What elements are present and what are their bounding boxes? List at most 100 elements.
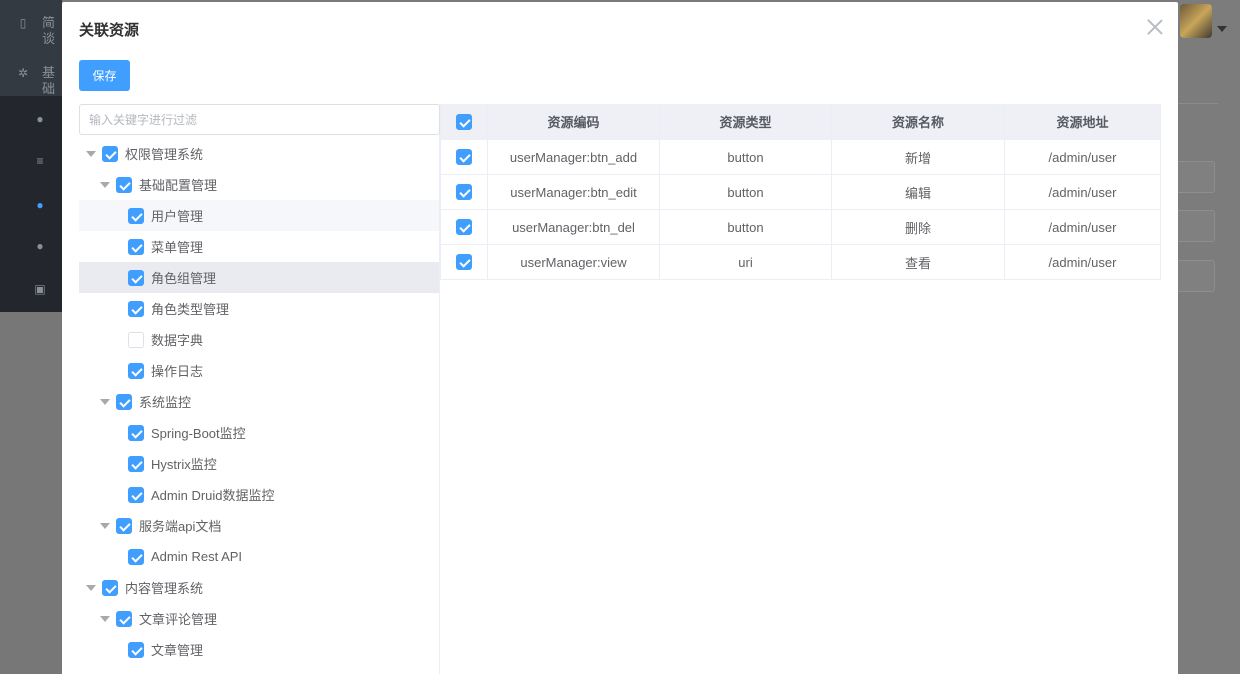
tree-node-checkbox[interactable] bbox=[116, 393, 132, 410]
resource-table: 资源编码 资源类型 资源名称 资源地址 userManager:btn_add b… bbox=[440, 104, 1161, 280]
table-cell-code: userManager:btn_edit bbox=[488, 175, 660, 209]
column-header: 资源编码 bbox=[488, 104, 660, 139]
tree-node[interactable]: 操作日志 bbox=[79, 355, 439, 386]
tree-node[interactable]: 角色类型管理 bbox=[79, 293, 439, 324]
caret-down-icon[interactable] bbox=[100, 522, 110, 529]
document-icon: ▯ bbox=[19, 16, 27, 30]
caret-down-icon[interactable] bbox=[100, 615, 110, 622]
tree-node-checkbox[interactable] bbox=[116, 517, 132, 534]
background-field bbox=[1178, 210, 1215, 242]
filter-input[interactable] bbox=[79, 104, 440, 135]
column-header: 资源类型 bbox=[660, 104, 832, 139]
tree-node[interactable]: Admin Druid数据监控 bbox=[79, 479, 439, 510]
tree-node[interactable]: 文章管理 bbox=[79, 634, 439, 665]
table-row[interactable]: userManager:view uri 查看/admin/user bbox=[440, 245, 1161, 280]
tree-node-checkbox[interactable] bbox=[102, 579, 118, 596]
tree-node-label: 操作日志 bbox=[151, 364, 204, 379]
tree-node[interactable]: 服务端api文档 bbox=[79, 510, 439, 541]
caret-down-icon[interactable] bbox=[86, 584, 96, 591]
tree-node-checkbox[interactable] bbox=[128, 424, 144, 441]
select-all-cell[interactable] bbox=[440, 104, 488, 139]
table-cell-type: uri bbox=[660, 245, 832, 279]
tree-node[interactable]: Admin Rest API bbox=[79, 541, 439, 572]
tree-node-checkbox[interactable] bbox=[116, 610, 132, 627]
table-cell-name: 查看 bbox=[832, 245, 1005, 279]
tree-node[interactable]: 菜单管理 bbox=[79, 231, 439, 262]
row-select-cell[interactable] bbox=[440, 210, 488, 244]
row-select-cell[interactable] bbox=[440, 245, 488, 279]
tree-node[interactable]: 权限管理系统 bbox=[79, 138, 439, 169]
tree-node[interactable]: Spring-Boot监控 bbox=[79, 417, 439, 448]
tree-node-label: 角色类型管理 bbox=[151, 302, 230, 317]
table-cell-uri: /admin/user bbox=[1005, 140, 1161, 174]
table-cell-type: button bbox=[660, 175, 832, 209]
caret-down-icon[interactable] bbox=[100, 398, 110, 405]
background-menu-item: ▯ 简谈 bbox=[0, 0, 62, 48]
tree-node-checkbox[interactable] bbox=[128, 300, 144, 317]
tree-node-checkbox[interactable] bbox=[128, 486, 144, 503]
row-checkbox[interactable] bbox=[456, 184, 472, 200]
background-field bbox=[1178, 161, 1215, 193]
table-row[interactable]: userManager:btn_edit button 编辑/admin/user bbox=[440, 175, 1161, 210]
row-select-cell[interactable] bbox=[440, 140, 488, 174]
tree-node-checkbox[interactable] bbox=[128, 269, 144, 286]
tree-node[interactable]: 系统监控 bbox=[79, 386, 439, 417]
background-menu-item: ✲ 基础 bbox=[0, 48, 62, 96]
close-icon[interactable] bbox=[1144, 16, 1166, 38]
tree-node[interactable]: Hystrix监控 bbox=[79, 448, 439, 479]
users-icon: ● bbox=[36, 198, 44, 212]
tree-node-label: 内容管理系统 bbox=[125, 581, 204, 596]
caret-down-icon[interactable] bbox=[100, 181, 110, 188]
background-submenu: ● ≡ ● ● ▣ bbox=[0, 96, 62, 312]
group-icon: ● bbox=[36, 239, 44, 253]
tree-node-label: 服务端api文档 bbox=[139, 519, 222, 534]
save-button[interactable]: 保存 bbox=[79, 60, 130, 91]
user-icon: ● bbox=[36, 112, 44, 126]
table-cell-name: 新增 bbox=[832, 140, 1005, 174]
table-row[interactable]: userManager:btn_add button 新增/admin/user bbox=[440, 140, 1161, 175]
tree-node-checkbox[interactable] bbox=[102, 145, 118, 162]
caret-down-icon[interactable] bbox=[1217, 26, 1227, 32]
table-row[interactable]: userManager:btn_del button 删除/admin/user bbox=[440, 210, 1161, 245]
tree-node-checkbox[interactable] bbox=[128, 641, 144, 658]
tree-node-checkbox[interactable] bbox=[128, 238, 144, 255]
tree-node-label: 权限管理系统 bbox=[125, 147, 204, 162]
tree-node[interactable]: 用户管理 bbox=[79, 200, 439, 231]
gear-icon: ✲ bbox=[17, 66, 29, 80]
background-divider bbox=[1178, 103, 1218, 104]
tree-node-label: 文章评论管理 bbox=[139, 612, 218, 627]
list-icon: ≡ bbox=[36, 154, 44, 168]
tree-node[interactable]: 文章评论管理 bbox=[79, 603, 439, 634]
tree-node-checkbox[interactable] bbox=[128, 548, 144, 565]
tree-node-checkbox[interactable] bbox=[128, 207, 144, 224]
row-checkbox[interactable] bbox=[456, 254, 472, 270]
tree-node-checkbox[interactable] bbox=[128, 455, 144, 472]
tree-node[interactable]: 基础配置管理 bbox=[79, 169, 439, 200]
caret-down-icon[interactable] bbox=[86, 150, 96, 157]
tree-node-label: 基础配置管理 bbox=[139, 178, 218, 193]
row-checkbox[interactable] bbox=[456, 219, 472, 235]
tree-node-checkbox[interactable] bbox=[128, 362, 144, 379]
background-menu-label: 基础 bbox=[42, 65, 56, 96]
table-cell-uri: /admin/user bbox=[1005, 245, 1161, 279]
tree-node-checkbox[interactable] bbox=[128, 331, 144, 348]
tree-node-label: Admin Rest API bbox=[151, 549, 243, 564]
tree-node-checkbox[interactable] bbox=[116, 176, 132, 193]
row-select-cell[interactable] bbox=[440, 175, 488, 209]
tree-node[interactable]: 数据字典 bbox=[79, 324, 439, 355]
background-sidebar: ▯ 简谈 ✲ 基础 ● ≡ ● ● ▣ bbox=[0, 0, 62, 674]
background-menu-label: 简谈 bbox=[42, 15, 56, 46]
column-header: 资源地址 bbox=[1005, 104, 1161, 139]
tree-node[interactable]: 内容管理系统 bbox=[79, 572, 439, 603]
tree-node-label: Spring-Boot监控 bbox=[151, 426, 246, 441]
row-checkbox[interactable] bbox=[456, 149, 472, 165]
tree-node-label: Admin Druid数据监控 bbox=[151, 488, 275, 503]
tree-node-label: 角色组管理 bbox=[151, 271, 217, 286]
tree-node-label: 数据字典 bbox=[151, 333, 204, 348]
avatar[interactable] bbox=[1180, 4, 1212, 38]
table-cell-name: 编辑 bbox=[832, 175, 1005, 209]
select-all-checkbox[interactable] bbox=[456, 113, 472, 130]
resource-icon: ▣ bbox=[34, 282, 46, 296]
tree-node-label: 用户管理 bbox=[151, 209, 204, 224]
tree-node[interactable]: 角色组管理 bbox=[79, 262, 439, 293]
